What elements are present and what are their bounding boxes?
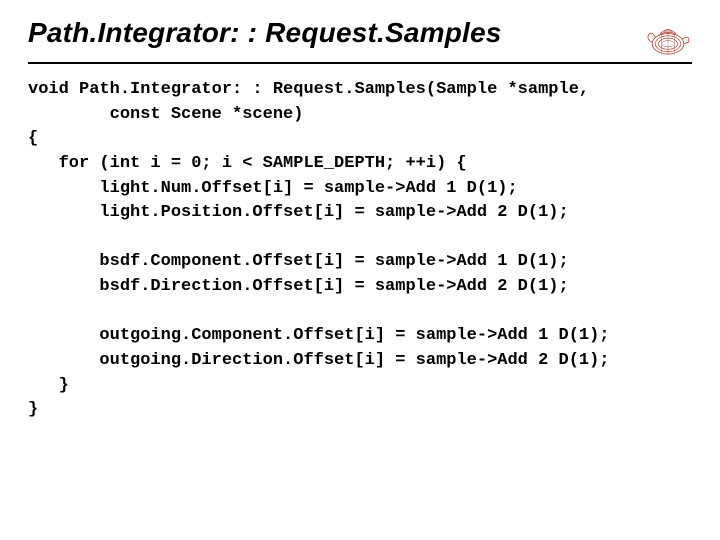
code-line: bsdf.Component.Offset[i] = sample->Add 1… <box>28 252 569 271</box>
slide-title: Path.Integrator: : Request.Samples <box>28 18 502 49</box>
code-line: outgoing.Direction.Offset[i] = sample->A… <box>28 351 610 370</box>
code-block: void Path.Integrator: : Request.Samples(… <box>28 78 692 423</box>
code-line: const Scene *scene) <box>28 105 303 124</box>
code-line: void Path.Integrator: : Request.Samples(… <box>28 80 589 99</box>
code-line: for (int i = 0; i < SAMPLE_DEPTH; ++i) { <box>28 154 467 173</box>
code-line: } <box>28 400 38 419</box>
code-line: light.Num.Offset[i] = sample->Add 1 D(1)… <box>28 179 518 198</box>
slide-container: Path.Integrator: : Request.Samples void … <box>0 0 720 443</box>
slide-header: Path.Integrator: : Request.Samples <box>28 18 692 64</box>
code-line: } <box>28 376 69 395</box>
code-line: { <box>28 129 38 148</box>
teapot-icon <box>644 20 692 58</box>
code-line: bsdf.Direction.Offset[i] = sample->Add 2… <box>28 277 569 296</box>
code-line: light.Position.Offset[i] = sample->Add 2… <box>28 203 569 222</box>
code-line: outgoing.Component.Offset[i] = sample->A… <box>28 326 610 345</box>
